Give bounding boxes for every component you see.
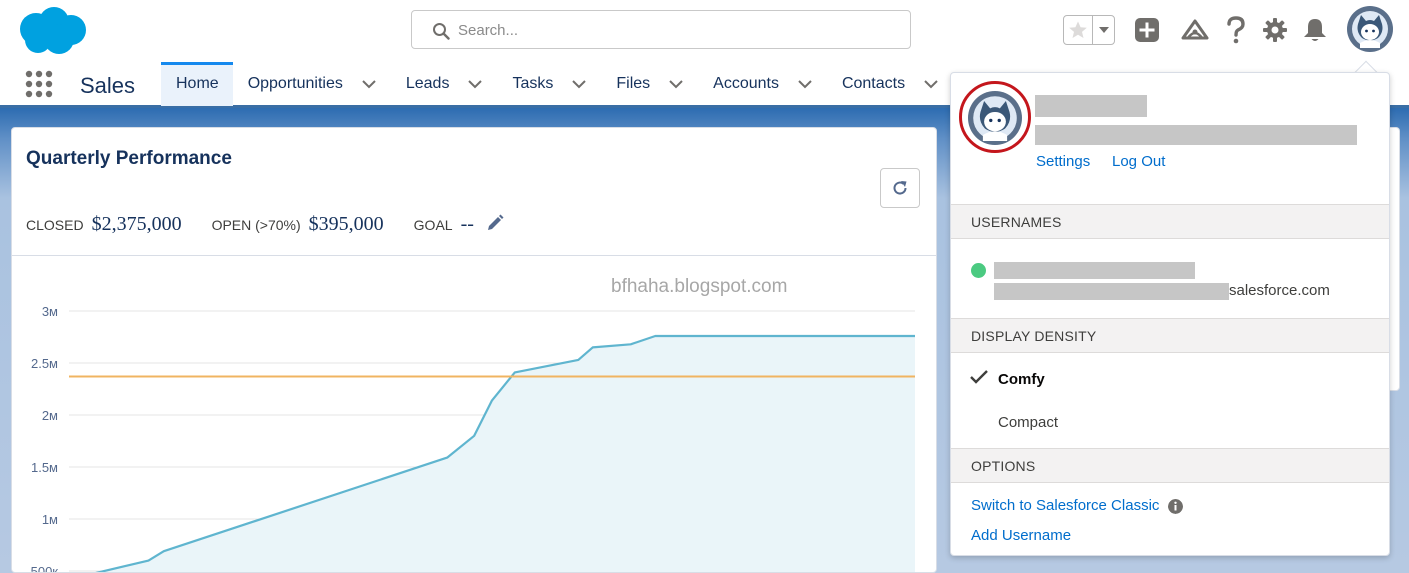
- avatar: [1352, 11, 1388, 48]
- goal-label: GOAL: [413, 217, 453, 233]
- notifications-button[interactable]: [1301, 16, 1329, 44]
- goal-value: --: [460, 213, 474, 235]
- closed-label: CLOSED: [26, 217, 84, 233]
- global-header: [0, 0, 1409, 62]
- usernames-header: USERNAMES: [951, 204, 1389, 239]
- bell-icon: [1304, 19, 1326, 41]
- chevron-down-icon[interactable]: [668, 79, 684, 89]
- favorites-group: [1063, 15, 1115, 45]
- plus-icon: [1135, 18, 1159, 42]
- info-icon[interactable]: [1168, 499, 1183, 514]
- redacted-username: [994, 262, 1195, 279]
- redacted-user-name: [1035, 95, 1147, 117]
- help-icon: [1227, 16, 1245, 44]
- user-profile-menu: Settings Log Out USERNAMES salesforce.co…: [950, 72, 1390, 556]
- profile-avatar[interactable]: [968, 91, 1022, 145]
- density-option-comfy[interactable]: Comfy: [998, 371, 1045, 388]
- nav-tab-home[interactable]: Home: [161, 62, 233, 106]
- favorites-list-button[interactable]: [1093, 16, 1114, 44]
- chevron-down-icon[interactable]: [797, 79, 813, 89]
- trailhead-icon: [1181, 19, 1209, 40]
- display-density-header: DISPLAY DENSITY: [951, 318, 1389, 353]
- global-search[interactable]: [411, 10, 911, 49]
- watermark-text: bfhaha.blogspot.com: [611, 276, 788, 297]
- search-input[interactable]: [458, 17, 898, 43]
- y-tick-label: 1м: [42, 512, 58, 527]
- avatar: [973, 96, 1017, 141]
- card-title: Quarterly Performance: [26, 148, 232, 169]
- logout-link[interactable]: Log Out: [1112, 153, 1165, 170]
- y-tick-label: 2м: [42, 408, 58, 423]
- options-header: OPTIONS: [951, 448, 1389, 483]
- nav-tab-leads[interactable]: Leads: [391, 62, 498, 106]
- chevron-down-icon[interactable]: [467, 79, 483, 89]
- redacted-user-email: [1035, 125, 1357, 145]
- nav-tab-label: Contacts: [841, 75, 906, 92]
- y-tick-label: 500к: [31, 564, 59, 573]
- nav-tab-files[interactable]: Files: [601, 62, 698, 106]
- nav-tab-opportunities[interactable]: Opportunities: [233, 62, 391, 106]
- density-option-compact[interactable]: Compact: [998, 414, 1058, 431]
- settings-link[interactable]: Settings: [1036, 153, 1090, 170]
- nav-tab-label: Accounts: [713, 75, 779, 92]
- trailhead-button[interactable]: [1181, 16, 1209, 44]
- redacted-username-email: [994, 283, 1229, 300]
- nav-tab-label: Opportunities: [247, 75, 343, 92]
- star-icon: [1069, 21, 1088, 38]
- chevron-down-icon[interactable]: [923, 79, 939, 89]
- chevron-down-icon[interactable]: [361, 79, 377, 89]
- nav-tab-label: Tasks: [512, 75, 554, 92]
- performance-metrics: CLOSED $2,375,000 OPEN (>70%) $395,000 G…: [26, 212, 504, 236]
- closed-value: $2,375,000: [91, 213, 182, 235]
- add-username-link[interactable]: Add Username: [971, 527, 1071, 544]
- y-tick-label: 2.5м: [31, 356, 58, 371]
- check-icon: [970, 370, 988, 384]
- nav-tab-tasks[interactable]: Tasks: [497, 62, 601, 106]
- online-status-dot: [971, 263, 986, 278]
- help-button[interactable]: [1222, 16, 1250, 44]
- favorites-button[interactable]: [1064, 16, 1094, 44]
- quarterly-performance-card: Quarterly Performance CLOSED $2,375,000 …: [11, 127, 937, 573]
- gear-icon: [1263, 18, 1287, 42]
- salesforce-cloud-logo[interactable]: [14, 5, 88, 57]
- nav-tabs: Home Opportunities Leads Tasks Files Acc…: [161, 62, 953, 106]
- y-tick-label: 1.5м: [31, 460, 58, 475]
- chevron-down-icon[interactable]: [571, 79, 587, 89]
- switch-to-classic-link[interactable]: Switch to Salesforce Classic: [971, 497, 1159, 514]
- nav-tab-label: Files: [616, 75, 651, 92]
- global-actions-button[interactable]: [1133, 16, 1161, 44]
- user-avatar-button[interactable]: [1347, 6, 1393, 52]
- nav-tab-accounts[interactable]: Accounts: [698, 62, 827, 106]
- nav-tab-contacts[interactable]: Contacts: [827, 62, 953, 106]
- chevron-down-icon: [1098, 27, 1109, 33]
- refresh-icon: [893, 181, 907, 195]
- performance-chart: 3м 2.5м 2м 1.5м 1м 500к: [31, 304, 915, 573]
- open-label: OPEN (>70%): [211, 217, 301, 233]
- pencil-icon[interactable]: [486, 214, 504, 232]
- setup-button[interactable]: [1261, 16, 1289, 44]
- nav-tab-label: Leads: [405, 75, 450, 92]
- y-tick-label: 3м: [42, 304, 58, 319]
- app-name: Sales: [80, 73, 136, 98]
- nav-tab-label: Home: [176, 75, 219, 92]
- search-icon: [433, 23, 450, 40]
- username-email-suffix: salesforce.com: [1229, 282, 1330, 299]
- refresh-button[interactable]: [880, 168, 920, 208]
- app-launcher-icon[interactable]: [24, 69, 54, 99]
- area-fill: [100, 336, 915, 572]
- open-value: $395,000: [308, 213, 384, 235]
